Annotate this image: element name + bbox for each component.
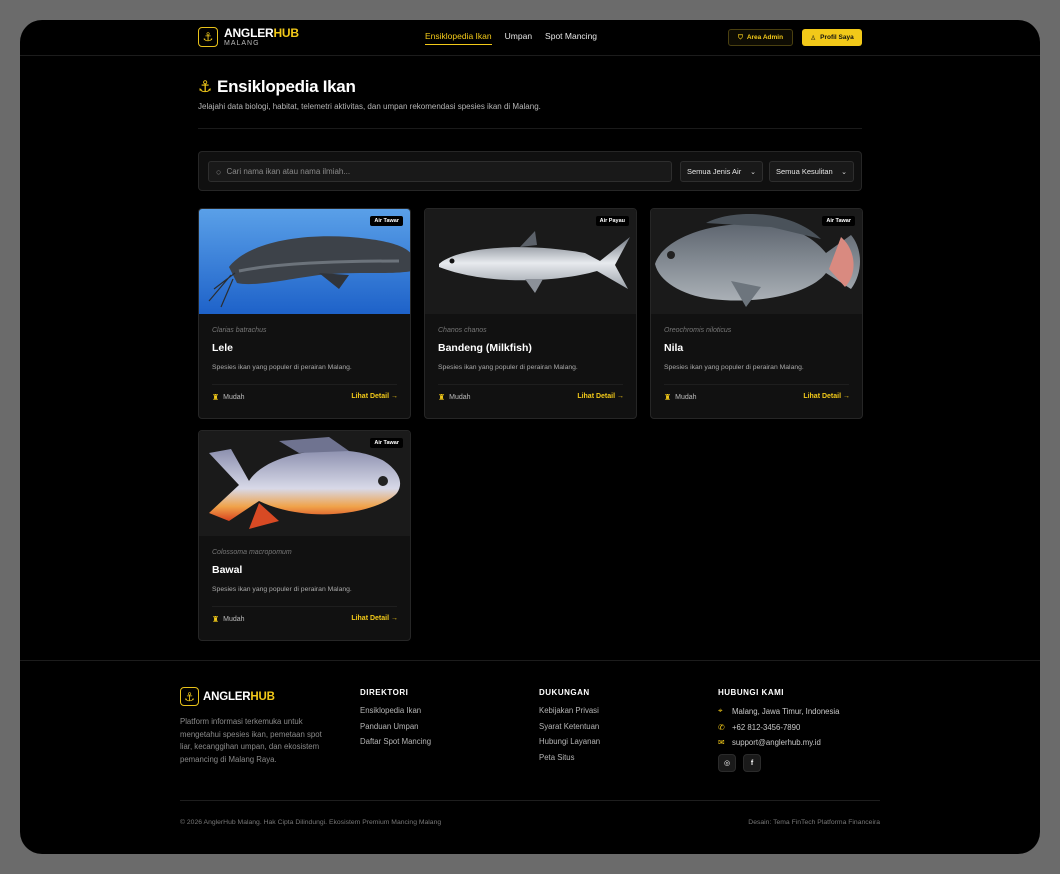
divider (180, 800, 880, 801)
fish-description: Spesies ikan yang populer di perairan Ma… (664, 364, 804, 371)
footer-heading: DUKUNGAN (539, 688, 590, 697)
search-input[interactable] (226, 167, 647, 176)
anchor-icon: ⚓ (198, 27, 218, 47)
brand-subtitle: MALANG (224, 40, 260, 47)
mail-icon: ✉ (718, 738, 725, 747)
brand-logo[interactable]: ⚓ ANGLERHUB MALANG (198, 27, 299, 47)
contact-address: ⌖ Malang, Jawa Timur, Indonesia (718, 706, 840, 716)
water-type-select[interactable]: Semua Jenis Air ⌄ (680, 161, 763, 182)
fish-image: Air Payau (425, 209, 636, 314)
footer-link[interactable]: Peta Situs (539, 753, 600, 762)
fish-image: Air Tawar (199, 431, 410, 536)
difficulty-label: ♜ Mudah (438, 393, 471, 402)
page-title: ⚓ Ensiklopedia Ikan (198, 77, 356, 96)
nav-spot-mancing[interactable]: Spot Mancing (545, 31, 597, 45)
divider (664, 384, 849, 385)
fish-description: Spesies ikan yang populer di perairan Ma… (212, 364, 352, 371)
detail-link[interactable]: Lihat Detail → (803, 393, 850, 400)
fish-name: Lele (212, 342, 234, 354)
fish-name: Bawal (212, 564, 243, 576)
fish-name: Nila (664, 342, 684, 354)
footer-brand-name: ANGLERHUB (203, 690, 275, 703)
difficulty-select[interactable]: Semua Kesulitan ⌄ (769, 161, 854, 182)
footer-heading: HUBUNGI KAMI (718, 688, 784, 697)
footer: ⚓ ANGLERHUB Platform informasi terkemuka… (20, 660, 1040, 854)
divider (212, 606, 397, 607)
search-box[interactable]: ○ (208, 161, 672, 182)
footer-link[interactable]: Ensiklopedia Ikan (360, 706, 431, 715)
fish-card-lele[interactable]: Air Tawar Clarias batrachus Lele Spesies… (198, 208, 411, 419)
award-icon: ♜ (664, 393, 672, 402)
detail-link[interactable]: Lihat Detail → (577, 393, 624, 400)
fish-card-bawal[interactable]: Air Tawar Colossoma macropomum Bawal Spe… (198, 430, 411, 641)
fish-image: Air Tawar (199, 209, 410, 314)
scientific-name: Oreochromis niloticus (664, 327, 732, 334)
contact-email[interactable]: ✉ support@anglerhub.my.id (718, 738, 839, 747)
top-navbar: ⚓ ANGLERHUB MALANG Ensiklopedia Ikan Ump… (20, 20, 1040, 56)
footer-kontak: HUBUNGI KAMI ⌖ Malang, Jawa Timur, Indone… (718, 688, 839, 772)
design-credit: Desain: Tema FinTech Platforma Financeir… (748, 819, 880, 826)
footer-link[interactable]: Panduan Umpan (360, 722, 431, 731)
brand-name: ANGLERHUB (224, 26, 299, 40)
fish-card-nila[interactable]: Air Tawar Oreochromis niloticus Nila Spe… (650, 208, 863, 419)
contact-phone[interactable]: ✆ +62 812-3456-7890 (718, 723, 839, 732)
fish-card-bandeng[interactable]: Air Payau Chanos chanos Bandeng (Milkfis… (424, 208, 637, 419)
footer-link[interactable]: Hubungi Layanan (539, 737, 600, 746)
instagram-icon[interactable]: ◎ (718, 754, 736, 772)
divider (198, 128, 862, 129)
divider (212, 384, 397, 385)
divider (438, 384, 623, 385)
phone-icon: ✆ (718, 722, 725, 732)
scientific-name: Chanos chanos (438, 327, 487, 334)
fish-image: Air Tawar (651, 209, 862, 314)
facebook-icon[interactable]: f (743, 754, 761, 772)
anchor-icon: ⚓ (198, 79, 213, 96)
chevron-down-icon: ⌄ (841, 168, 847, 176)
footer-direktori: DIREKTORI Ensiklopedia Ikan Panduan Umpa… (360, 688, 431, 753)
admin-area-button[interactable]: ⛉ Area Admin (728, 29, 793, 46)
user-icon: ♙ (810, 34, 817, 42)
nav-ensiklopedia[interactable]: Ensiklopedia Ikan (425, 31, 492, 45)
anchor-icon: ⚓ (180, 687, 199, 706)
footer-brand-logo[interactable]: ⚓ ANGLERHUB (180, 687, 275, 706)
filter-bar: ○ Semua Jenis Air ⌄ Semua Kesulitan ⌄ (198, 151, 862, 191)
profile-button[interactable]: ♙ Profil Saya (802, 29, 862, 46)
detail-link[interactable]: Lihat Detail → (351, 615, 398, 622)
water-type-badge: Air Tawar (822, 216, 855, 226)
footer-heading: DIREKTORI (360, 688, 409, 697)
fish-description: Spesies ikan yang populer di perairan Ma… (438, 364, 578, 371)
water-type-badge: Air Tawar (370, 216, 403, 226)
copyright: © 2026 AnglerHub Malang. Hak Cipta Dilin… (180, 819, 442, 826)
map-pin-icon: ⌖ (718, 706, 723, 715)
nav-umpan[interactable]: Umpan (505, 31, 532, 45)
water-type-badge: Air Payau (595, 216, 629, 226)
chevron-down-icon: ⌄ (750, 168, 756, 176)
fish-name: Bandeng (Milkfish) (438, 342, 532, 354)
search-icon: ○ (216, 166, 222, 177)
fish-description: Spesies ikan yang populer di perairan Ma… (212, 586, 352, 593)
main-nav: Ensiklopedia Ikan Umpan Spot Mancing (425, 31, 597, 45)
difficulty-label: ♜ Mudah (212, 615, 245, 624)
social-links: ◎ f (718, 754, 839, 772)
footer-link[interactable]: Syarat Ketentuan (539, 722, 600, 731)
detail-link[interactable]: Lihat Detail → (351, 393, 398, 400)
water-type-badge: Air Tawar (370, 438, 403, 448)
award-icon: ♜ (212, 615, 220, 624)
award-icon: ♜ (212, 393, 220, 402)
award-icon: ♜ (438, 393, 446, 402)
scientific-name: Clarias batrachus (212, 327, 267, 334)
page-subtitle: Jelajahi data biologi, habitat, telemetr… (198, 102, 541, 111)
footer-link[interactable]: Kebijakan Privasi (539, 706, 600, 715)
difficulty-label: ♜ Mudah (664, 393, 697, 402)
footer-dukungan: DUKUNGAN Kebijakan Privasi Syarat Ketent… (539, 688, 600, 768)
difficulty-label: ♜ Mudah (212, 393, 245, 402)
shield-icon: ⛉ (737, 33, 743, 41)
footer-link[interactable]: Daftar Spot Mancing (360, 737, 431, 746)
scientific-name: Colossoma macropomum (212, 549, 292, 556)
footer-about: Platform informasi terkemuka untuk menge… (180, 717, 322, 764)
app-window: ⚓ ANGLERHUB MALANG Ensiklopedia Ikan Ump… (20, 20, 1040, 854)
